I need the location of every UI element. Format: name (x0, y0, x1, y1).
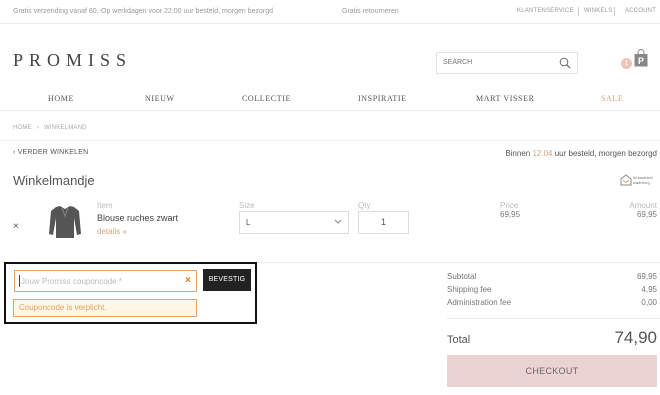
delivery-time: 12:04 (532, 149, 553, 158)
coupon-placeholder: Jouw Promiss couponcode * (21, 277, 122, 286)
coupon-input[interactable]: Jouw Promiss couponcode * × (14, 270, 197, 292)
delivery-notice: Binnen 12:04 uur besteld, morgen bezorgd (505, 149, 657, 158)
subtotal-label: Subtotal (447, 272, 477, 281)
thuiswinkel-badge[interactable]: thuiswinkel waarborg (620, 172, 658, 188)
amount-column-label: Amount (629, 201, 657, 210)
line-amount: 69,95 (636, 210, 657, 219)
clear-icon[interactable]: × (185, 275, 191, 286)
continue-shopping-label: VERDER WINKELEN (17, 149, 89, 156)
checkout-button[interactable]: CHECKOUT (447, 355, 657, 387)
breadcrumb-separator: › (36, 125, 40, 131)
product-name[interactable]: Blouse ruches zwart (97, 213, 178, 223)
free-shipping-message: Gratis verzending vanaf 80,- (13, 8, 101, 15)
logo[interactable]: PROMISS (13, 50, 132, 71)
main-nav: HOME NIEUW COLLECTIE INSPIRATIE MART VIS… (0, 91, 660, 111)
divider (578, 7, 579, 16)
divider (614, 7, 615, 16)
unit-price: 69,95 (500, 210, 521, 219)
nav-nieuw[interactable]: NIEUW (145, 94, 175, 103)
remove-item-button[interactable]: × (13, 221, 19, 232)
size-column-label: Size (239, 201, 255, 210)
delivery-message: Op werkdagen voor 22:00 uur besteld, mor… (101, 8, 273, 15)
search-icon[interactable] (559, 57, 571, 69)
item-column-label: Item (97, 201, 113, 210)
top-bar: Gratis verzending vanaf 80,- Op werkdage… (0, 0, 660, 24)
confirm-coupon-button[interactable]: BEVESTIG (203, 269, 251, 291)
breadcrumb-home[interactable]: HOME (13, 125, 32, 131)
nav-sale[interactable]: SALE (601, 94, 623, 103)
stores-link[interactable]: WINKELS (584, 8, 612, 14)
shipping-fee-label: Shipping fee (447, 285, 492, 294)
cart-count-badge: 1 (621, 58, 632, 69)
total-label: Total (447, 334, 471, 346)
search-input[interactable] (443, 59, 553, 66)
product-image[interactable] (48, 204, 82, 240)
breadcrumb-current: WINKELMAND (44, 125, 87, 131)
thuiswinkel-logo-icon (620, 174, 632, 186)
shipping-fee-value: 4,95 (641, 285, 657, 294)
free-returns-message: Gratis retourneren (342, 8, 399, 15)
divider (0, 140, 660, 141)
coupon-error-message: Couponcode is verplicht. (13, 299, 197, 317)
nav-home[interactable]: HOME (48, 94, 74, 103)
divider (447, 318, 660, 319)
size-select[interactable]: L (239, 211, 349, 234)
chevron-down-icon (334, 219, 342, 224)
trust-line-2: waarborg (633, 180, 650, 185)
chevron-left-icon: ‹ (13, 149, 16, 156)
nav-inspiratie[interactable]: INSPIRATIE (358, 94, 407, 103)
breadcrumb: HOME › WINKELMAND (13, 125, 92, 131)
price-column-label: Price (500, 201, 519, 210)
delivery-post: uur besteld, morgen bezorgd (552, 149, 657, 158)
admin-fee-value: 0,00 (641, 298, 657, 307)
total-value: 74,90 (614, 328, 657, 347)
delivery-pre: Binnen (505, 149, 533, 158)
svg-text:P: P (638, 56, 644, 66)
subtotal-value: 69,95 (636, 272, 657, 281)
text-cursor (19, 275, 20, 287)
size-value: L (246, 218, 251, 227)
nav-mart-visser[interactable]: MART VISSER (476, 94, 535, 103)
customer-service-link[interactable]: KLANTENSERVICE (517, 8, 574, 14)
search-box[interactable] (436, 52, 578, 74)
details-link[interactable]: details » (97, 227, 127, 236)
account-link[interactable]: ACCOUNT (625, 8, 656, 14)
continue-shopping-link[interactable]: ‹ VERDER WINKELEN (13, 149, 88, 156)
admin-fee-label: Administration fee (447, 298, 512, 307)
shopping-bag-icon[interactable]: P (634, 49, 648, 67)
nav-collectie[interactable]: COLLECTIE (242, 94, 291, 103)
page-title: Winkelmandje (13, 173, 95, 188)
quantity-field[interactable]: 1 (358, 211, 409, 234)
qty-column-label: Qty (358, 201, 371, 210)
